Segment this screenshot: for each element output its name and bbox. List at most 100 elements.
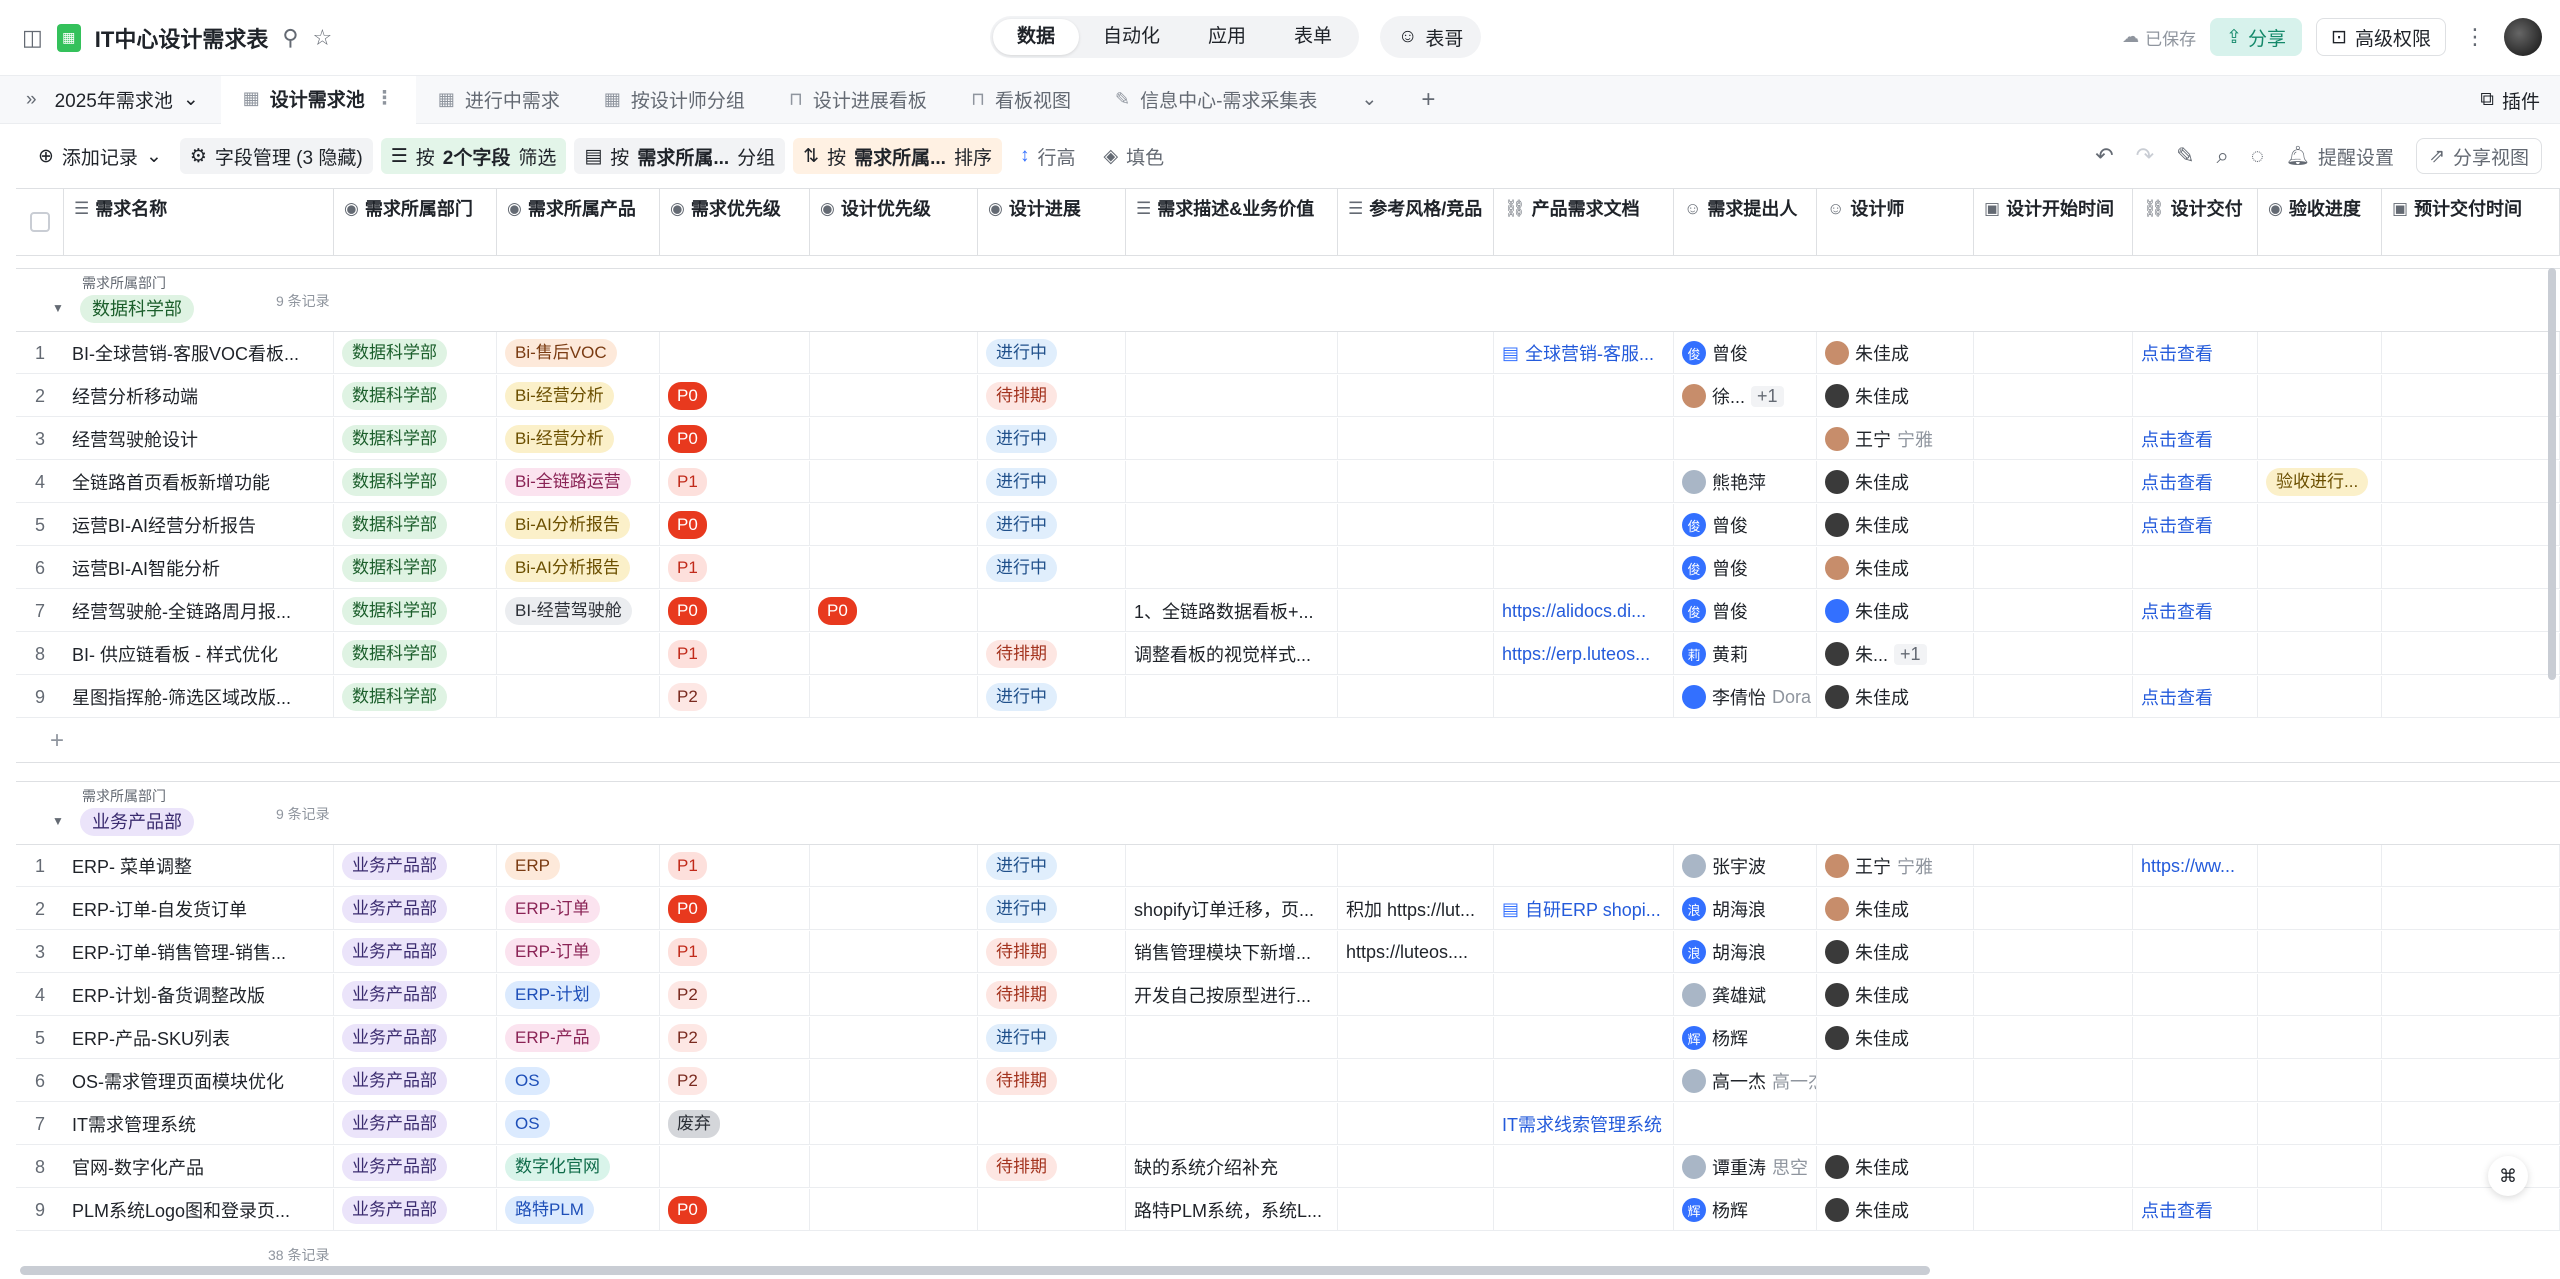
cell-design-priority[interactable]	[810, 888, 978, 930]
collapse-chevron-icon[interactable]: ▼	[52, 814, 64, 828]
cell-deliverable[interactable]: 点击查看	[2133, 676, 2258, 718]
row-height-button[interactable]: ↕ 行高	[1010, 138, 1086, 174]
cell-requester[interactable]: 莉黄莉	[1674, 633, 1817, 675]
table-row[interactable]: 8 BI- 供应链看板 - 样式优化 数据科学部 P1 待排期 调整看板的视觉样式... h…	[16, 633, 2560, 675]
cell-description[interactable]	[1126, 1060, 1338, 1102]
expand-icon[interactable]: »	[0, 76, 51, 124]
table-pool-selector[interactable]: 2025年需求池 ⌄	[51, 76, 221, 124]
cell-deliverable[interactable]	[2133, 888, 2258, 930]
cell-req-priority[interactable]: P0	[660, 504, 810, 546]
cell-design-priority[interactable]	[810, 633, 978, 675]
cell-reference[interactable]	[1338, 375, 1494, 417]
share-view-button[interactable]: ⇗ 分享视图	[2416, 138, 2542, 174]
cell-req-name[interactable]: ERP-订单-销售管理-销售...	[64, 931, 334, 973]
cell-designer[interactable]: 朱佳成	[1817, 332, 1974, 374]
tab-in-progress[interactable]: ▦ 进行中需求	[416, 76, 582, 124]
cell-deliverable[interactable]: 点击查看	[2133, 461, 2258, 503]
cell-req-name[interactable]: 运营BI-AI智能分析	[64, 547, 334, 589]
cell-eta[interactable]	[2382, 974, 2560, 1016]
cell-requester[interactable]	[1674, 418, 1817, 460]
cell-dept[interactable]: 数据科学部	[334, 461, 497, 503]
cell-start-date[interactable]	[1974, 547, 2133, 589]
pin-icon[interactable]: ⚲	[282, 26, 298, 49]
cell-acceptance[interactable]	[2258, 1189, 2382, 1231]
cell-req-name[interactable]: 运营BI-AI经营分析报告	[64, 504, 334, 546]
tab-design-pool[interactable]: ▦ 设计需求池 ⋮	[220, 75, 416, 124]
table-row[interactable]: 6 运营BI-AI智能分析 数据科学部 Bi-AI分析报告 P1 进行中 俊曾俊 朱佳成	[16, 547, 2560, 589]
cell-design-priority[interactable]	[810, 1146, 978, 1188]
cell-deliverable[interactable]	[2133, 1060, 2258, 1102]
cell-acceptance[interactable]	[2258, 974, 2382, 1016]
cell-dept[interactable]: 业务产品部	[334, 1017, 497, 1059]
cell-description[interactable]	[1126, 461, 1338, 503]
cell-reference[interactable]	[1338, 418, 1494, 460]
cell-design-priority[interactable]	[810, 504, 978, 546]
cell-product[interactable]: Bi-全链路运营	[497, 461, 660, 503]
cell-design-progress[interactable]: 待排期	[978, 633, 1126, 675]
cell-acceptance[interactable]	[2258, 504, 2382, 546]
cell-reference[interactable]	[1338, 633, 1494, 675]
cell-design-priority[interactable]	[810, 418, 978, 460]
reminder-settings-button[interactable]: 🔔︎ 提醒设置	[2286, 143, 2394, 170]
cell-start-date[interactable]	[1974, 931, 2133, 973]
cell-product[interactable]: 数字化官网	[497, 1146, 660, 1188]
cell-prd[interactable]: https://alidocs.di...	[1494, 590, 1674, 632]
checkbox[interactable]	[29, 212, 50, 232]
cell-product[interactable]: OS	[497, 1103, 660, 1145]
cell-product[interactable]: Bi-经营分析	[497, 418, 660, 460]
cell-req-priority[interactable]: P0	[660, 888, 810, 930]
cell-reference[interactable]: 积加 https://lut...	[1338, 888, 1494, 930]
cell-eta[interactable]	[2382, 1103, 2560, 1145]
cell-requester[interactable]: 俊曾俊	[1674, 590, 1817, 632]
tab-progress-kanban[interactable]: ⊓ 设计进展看板	[767, 76, 949, 124]
cell-deliverable[interactable]: 点击查看	[2133, 418, 2258, 460]
table-row[interactable]: 3 ERP-订单-销售管理-销售... 业务产品部 ERP-订单 P1 待排期 销售管理模块…	[16, 931, 2560, 973]
group-header[interactable]: ▼ 需求所属部门 业务产品部 9 条记录	[16, 781, 2560, 845]
table-row[interactable]: 9 PLM系统Logo图和登录页... 业务产品部 路特PLM P0 路特PLM系统，系统…	[16, 1189, 2560, 1231]
cell-start-date[interactable]	[1974, 461, 2133, 503]
cell-description[interactable]	[1126, 418, 1338, 460]
cell-acceptance[interactable]	[2258, 547, 2382, 589]
cell-prd[interactable]: IT需求线索管理系统	[1494, 1103, 1674, 1145]
cell-start-date[interactable]	[1974, 590, 2133, 632]
cell-dept[interactable]: 数据科学部	[334, 504, 497, 546]
cell-requester[interactable]: 俊曾俊	[1674, 547, 1817, 589]
cell-prd[interactable]	[1494, 547, 1674, 589]
cell-reference[interactable]	[1338, 504, 1494, 546]
cell-product[interactable]: Bi-AI分析报告	[497, 504, 660, 546]
cell-prd[interactable]	[1494, 461, 1674, 503]
tabs-overflow-chevron-icon[interactable]: ⌄	[1339, 76, 1399, 124]
col-reference[interactable]: ☰ 参考风格/竞品	[1338, 189, 1494, 255]
cell-dept[interactable]: 数据科学部	[334, 375, 497, 417]
assistant-button[interactable]: ☺ 表哥	[1380, 16, 1482, 58]
cell-req-name[interactable]: 全链路首页看板新增功能	[64, 461, 334, 503]
table-row[interactable]: 2 ERP-订单-自发货订单 业务产品部 ERP-订单 P0 进行中 shopify订单迁移…	[16, 888, 2560, 930]
cell-product[interactable]: ERP-计划	[497, 974, 660, 1016]
cell-start-date[interactable]	[1974, 974, 2133, 1016]
table-row[interactable]: 4 全链路首页看板新增功能 数据科学部 Bi-全链路运营 P1 进行中 熊艳萍 朱佳成 点击查看…	[16, 461, 2560, 503]
cell-eta[interactable]	[2382, 931, 2560, 973]
table-row[interactable]: 5 运营BI-AI经营分析报告 数据科学部 Bi-AI分析报告 P0 进行中 俊曾俊 朱佳成 点…	[16, 504, 2560, 546]
col-deliverable[interactable]: ⛓ 设计交付	[2133, 189, 2258, 255]
group-header[interactable]: ▼ 需求所属部门 数据科学部 9 条记录	[16, 268, 2560, 332]
cell-requester[interactable]: 熊艳萍	[1674, 461, 1817, 503]
cell-eta[interactable]	[2382, 888, 2560, 930]
cell-prd[interactable]	[1494, 418, 1674, 460]
cell-req-name[interactable]: OS-需求管理页面模块优化	[64, 1060, 334, 1102]
cell-product[interactable]: Bi-售后VOC	[497, 332, 660, 374]
cell-prd[interactable]: ▤ 全球营销-客服...	[1494, 332, 1674, 374]
cell-prd[interactable]	[1494, 375, 1674, 417]
cell-design-progress[interactable]: 进行中	[978, 547, 1126, 589]
cell-deliverable[interactable]	[2133, 1103, 2258, 1145]
cell-design-progress[interactable]: 待排期	[978, 931, 1126, 973]
cell-product[interactable]: ERP-订单	[497, 931, 660, 973]
sidebar-toggle-icon[interactable]: ◫	[22, 26, 43, 49]
cell-design-priority[interactable]	[810, 547, 978, 589]
cell-deliverable[interactable]	[2133, 633, 2258, 675]
cell-deliverable[interactable]: https://ww...	[2133, 845, 2258, 887]
cell-prd[interactable]	[1494, 974, 1674, 1016]
cell-req-priority[interactable]	[660, 1146, 810, 1188]
cell-acceptance[interactable]	[2258, 1146, 2382, 1188]
cell-dept[interactable]: 业务产品部	[334, 1060, 497, 1102]
cell-designer[interactable]: 朱... +1	[1817, 633, 1974, 675]
